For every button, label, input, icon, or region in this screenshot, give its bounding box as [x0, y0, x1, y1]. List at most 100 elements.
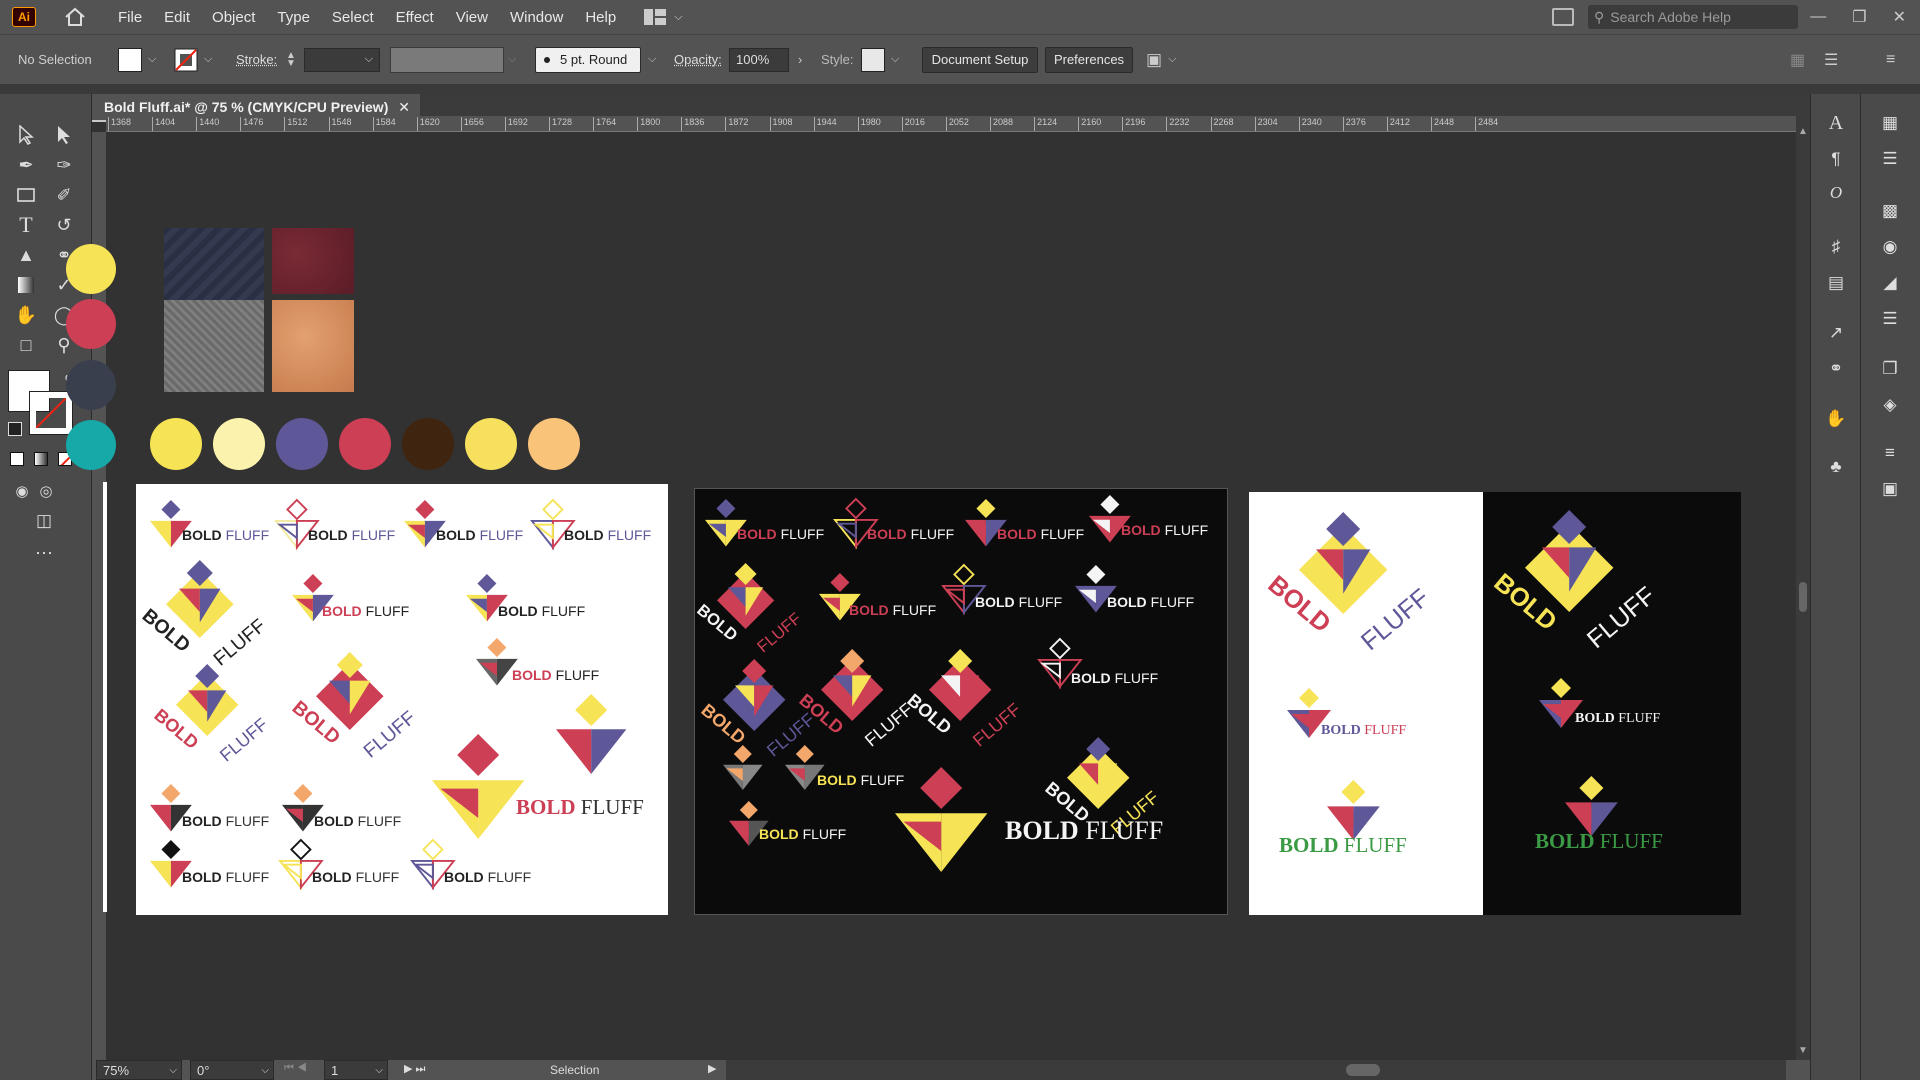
screen-mode-icon[interactable]: ◫ [30, 508, 58, 534]
vertical-scrollbar[interactable]: ▲ ▼ [1796, 122, 1810, 1060]
swatch-circle-partial[interactable] [66, 420, 116, 470]
palette-swatch[interactable] [465, 418, 517, 470]
properties-panel-icon[interactable]: ▩ [1875, 198, 1905, 224]
first-artboard-icon[interactable]: ⏮ ◀ [284, 1062, 307, 1075]
chevron-up-icon[interactable]: ▲ [1798, 126, 1808, 137]
stroke-none-icon[interactable] [174, 48, 198, 72]
swatch-circle-partial[interactable] [66, 360, 116, 410]
status-menu-icon[interactable]: ▶ [708, 1062, 716, 1075]
zoom-field[interactable]: 75% ⌵ [96, 1060, 182, 1080]
horizontal-scrollbar[interactable] [726, 1060, 1786, 1080]
transparency-panel-icon[interactable]: ▣ [1875, 476, 1905, 502]
stroke-weight-field[interactable]: ⌵ [304, 47, 380, 72]
character-panel-icon[interactable]: A [1821, 110, 1851, 136]
palette-swatch[interactable] [528, 418, 580, 470]
menu-help[interactable]: Help [585, 9, 616, 26]
palette-swatch[interactable] [150, 418, 202, 470]
transform-panel-icon[interactable]: ▦ [1875, 110, 1905, 136]
document-setup-button[interactable]: Document Setup [922, 46, 1038, 73]
restore-icon[interactable]: ❐ [1852, 7, 1866, 27]
stroke-panel-icon[interactable]: ≡ [1875, 440, 1905, 466]
rectangle-tool-icon[interactable] [12, 182, 40, 208]
artboard-field[interactable]: 1 ⌵ [324, 1060, 388, 1080]
swatch-circle-partial[interactable] [66, 299, 116, 349]
variable-width-profile[interactable] [390, 46, 504, 73]
rotation-field[interactable]: 0° ⌵ [190, 1060, 274, 1080]
menu-type[interactable]: Type [277, 9, 310, 26]
menu-view[interactable]: View [456, 9, 488, 26]
gradient-panel-icon[interactable]: ◢ [1875, 270, 1905, 296]
close-tab-icon[interactable]: ✕ [398, 99, 410, 116]
panel-menu-icon[interactable]: ≡ [1886, 51, 1895, 69]
texture-tweed[interactable] [164, 300, 264, 392]
stroke-color-box[interactable] [29, 391, 73, 435]
appearance-panel-icon[interactable]: ☰ [1875, 306, 1905, 332]
style-swatch[interactable] [861, 47, 885, 72]
transform-icon[interactable]: ▦ [1790, 50, 1805, 70]
type-tool-icon[interactable]: T [12, 212, 40, 238]
eraser-tool-icon[interactable]: ▲ [12, 242, 40, 268]
texture-burgundy[interactable] [272, 228, 354, 294]
selection-tool-icon[interactable] [12, 122, 40, 148]
chevron-down-icon[interactable]: ⌵ [648, 53, 656, 66]
align-icon[interactable]: ☰ [1824, 50, 1838, 70]
menu-effect[interactable]: Effect [396, 9, 434, 26]
arrange-documents-icon[interactable] [1552, 8, 1574, 26]
paintbrush-tool-icon[interactable]: ✐ [50, 182, 78, 208]
graphic-style-control[interactable]: ⌵ [861, 47, 899, 72]
align-panel-icon[interactable]: ☰ [1875, 146, 1905, 172]
brush-definition[interactable]: 5 pt. Round [535, 46, 641, 73]
layers-panel-icon[interactable]: ◈ [1875, 392, 1905, 418]
chevron-right-icon[interactable]: › [798, 52, 802, 67]
menu-window[interactable]: Window [510, 9, 563, 26]
gradient-tool-icon[interactable] [12, 272, 40, 298]
palette-swatch[interactable] [213, 418, 265, 470]
next-artboard-icon[interactable]: ▶ ⏭ [404, 1062, 425, 1076]
pen-tool-icon[interactable]: ✒ [12, 152, 40, 178]
palette-swatch[interactable] [339, 418, 391, 470]
stroke-color-control[interactable]: ⌵ [174, 48, 212, 72]
artboard-light[interactable]: BOLD FLUFF BOLD FLUFF BOLD FLUFF BOLD FLUFF… [136, 484, 668, 915]
menu-object[interactable]: Object [212, 9, 255, 26]
puppet-warp-tool-icon[interactable]: ✋ [12, 302, 40, 328]
preferences-button[interactable]: Preferences [1045, 46, 1133, 73]
menu-file[interactable]: File [118, 9, 142, 26]
palette-swatch[interactable] [402, 418, 454, 470]
chevron-down-icon[interactable]: ▼ [1798, 1045, 1808, 1056]
default-colors-icon[interactable] [8, 422, 22, 436]
minimize-icon[interactable]: — [1810, 8, 1826, 26]
canvas[interactable]: BOLD FLUFF BOLD FLUFF BOLD FLUFF BOLD FLUFF… [66, 132, 1796, 1060]
more-tools-icon[interactable]: ⋯ [30, 540, 58, 566]
close-icon[interactable]: ✕ [1893, 7, 1906, 27]
artboard-tool-icon[interactable]: □ [12, 332, 40, 358]
palette-swatch[interactable] [276, 418, 328, 470]
opentype-panel-icon[interactable]: O [1821, 180, 1851, 206]
color-panel-icon[interactable]: ◉ [1875, 234, 1905, 260]
arrange-icon[interactable]: ▣ ⌵ [1146, 50, 1176, 70]
asset-export-icon[interactable]: ▤ [1821, 270, 1851, 296]
fill-swatch[interactable] [118, 47, 142, 72]
search-input[interactable]: ⚲ Search Adobe Help [1588, 5, 1798, 29]
pathfinder-panel-icon[interactable]: ❐ [1875, 356, 1905, 382]
paragraph-panel-icon[interactable]: ¶ [1821, 146, 1851, 172]
export-icon[interactable]: ↗ [1821, 320, 1851, 346]
curvature-tool-icon[interactable]: ✑ [50, 152, 78, 178]
h-scroll-thumb[interactable] [1346, 1064, 1380, 1076]
glyphs-panel-icon[interactable]: ♯ [1821, 234, 1851, 260]
texture-peach[interactable] [272, 300, 354, 392]
stroke-stepper[interactable]: ▲ ▼ [286, 50, 296, 68]
links-panel-icon[interactable]: ⚭ [1821, 356, 1851, 382]
symbols-panel-icon[interactable]: ♣ [1821, 454, 1851, 480]
gradient-icon[interactable] [34, 452, 48, 466]
horizontal-ruler[interactable]: 1368 1404 1440 1476 1512 1548 1584 1620 1656 1692… [106, 116, 1796, 132]
scroll-thumb[interactable] [1799, 582, 1807, 612]
direct-selection-tool-icon[interactable] [50, 122, 78, 148]
home-icon[interactable] [62, 5, 88, 29]
rotate-tool-icon[interactable]: ↺ [50, 212, 78, 238]
menu-select[interactable]: Select [332, 9, 374, 26]
artboard-dark[interactable]: BOLD FLUFF BOLD FLUFF BOLD FLUFF BOLD FLUFF… [693, 488, 1228, 915]
color-icon[interactable] [10, 452, 24, 466]
menu-edit[interactable]: Edit [164, 9, 190, 26]
artboard-split[interactable]: BOLD FLUFF BOLD FLUFF BOLD FLUFF BOLD FLUFF BO… [1249, 492, 1741, 915]
fill-control[interactable]: ⌵ [118, 47, 156, 72]
